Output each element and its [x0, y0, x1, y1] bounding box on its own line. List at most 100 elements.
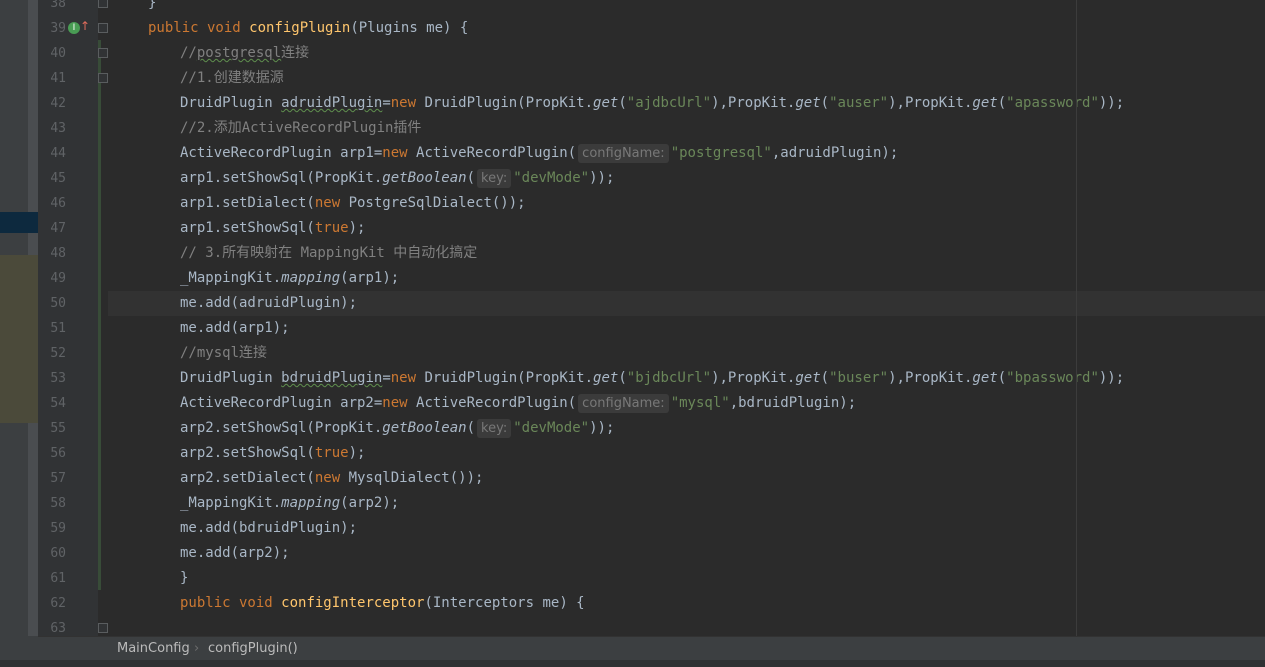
line-number: 54 — [50, 396, 66, 411]
code-line[interactable]: 45 arp1.setShowSql(PropKit.getBoolean(key… — [50, 166, 1265, 191]
code-line[interactable]: 55 arp2.setShowSql(PropKit.getBoolean(key… — [50, 416, 1265, 441]
code-line[interactable]: 43 //2.添加ActiveRecordPlugin插件 — [50, 116, 1265, 141]
code-token: ( — [466, 420, 476, 436]
line-number: 57 — [50, 471, 66, 486]
override-arrow-icon[interactable]: ↑ — [80, 19, 90, 33]
code-line[interactable]: 41 //1.创建数据源 — [50, 66, 1265, 91]
line-number: 48 — [50, 246, 66, 261]
code-line[interactable]: 58 _MappingKit.mapping(arp2); — [50, 491, 1265, 516]
fold-marker-icon[interactable] — [98, 23, 108, 33]
code-line[interactable]: 49 _MappingKit.mapping(arp1); — [50, 266, 1265, 291]
code-token: bdruidPlugin — [281, 370, 383, 386]
code-token: DruidPlugin — [180, 95, 282, 111]
line-number: 46 — [50, 196, 66, 211]
implements-method-icon[interactable]: I — [68, 22, 80, 34]
line-number: 56 — [50, 446, 66, 461]
code-token: "apassword" — [1006, 95, 1099, 111]
code-token: arp2.setShowSql(PropKit. — [180, 420, 383, 436]
code-token: ); — [348, 445, 366, 461]
line-number: 42 — [50, 96, 66, 111]
line-number: 59 — [50, 521, 66, 536]
code-line[interactable]: 40 //postgresql连接 — [50, 41, 1265, 66]
breadcrumb-class[interactable]: MainConfig — [117, 637, 190, 661]
code-token: )); — [589, 170, 615, 186]
code-token: )); — [1098, 95, 1125, 111]
fold-marker-icon[interactable] — [98, 73, 108, 83]
code-line[interactable]: 46 arp1.setDialect(new PostgreSqlDialect(… — [50, 191, 1265, 216]
code-line[interactable]: 56 arp2.setShowSql(true); — [50, 441, 1265, 466]
code-line[interactable]: 39 I ↑ public void configPlugin(Plugins me)… — [50, 16, 1265, 41]
code-token: ( — [997, 370, 1007, 386]
code-token: ( — [820, 95, 830, 111]
code-token: arp2.setDialect( — [180, 470, 315, 486]
code-token: me.add(adruidPlugin); — [180, 295, 358, 311]
code-token: "bpassword" — [1006, 370, 1099, 386]
code-line[interactable]: 52 //mysql连接 — [50, 341, 1265, 366]
code-token: MysqlDialect()); — [348, 470, 484, 486]
code-line[interactable]: 44 ActiveRecordPlugin arp1=new ActiveReco… — [50, 141, 1265, 166]
code-token: "postgresql" — [670, 145, 772, 161]
code-text: //1.创建数据源 — [180, 66, 284, 91]
code-token: me.add(arp1); — [180, 320, 290, 336]
code-token: //mysql连接 — [180, 345, 268, 361]
code-line[interactable]: 54 ActiveRecordPlugin arp2=new ActiveReco… — [50, 391, 1265, 416]
code-line[interactable]: 53 DruidPlugin bdruidPlugin=new DruidPlug… — [50, 366, 1265, 391]
code-token: new — [382, 145, 417, 161]
code-token: _MappingKit. — [180, 270, 282, 286]
code-token: // — [180, 45, 197, 61]
line-number: 50 — [50, 296, 66, 311]
code-line[interactable]: 47 arp1.setShowSql(true); — [50, 216, 1265, 241]
code-token: DruidPlugin(PropKit. — [424, 95, 594, 111]
code-text: me.add(arp2); — [180, 541, 290, 566]
fold-marker-icon[interactable] — [98, 48, 108, 58]
code-token: arp2.setShowSql( — [180, 445, 315, 461]
code-text: public void configPlugin(Plugins me) { — [148, 16, 468, 41]
code-token: ),PropKit. — [888, 95, 973, 111]
code-token: ,bdruidPlugin); — [729, 395, 857, 411]
right-margin-guide — [1076, 0, 1077, 636]
code-line[interactable]: 60 me.add(arp2); — [50, 541, 1265, 566]
code-token: me.add(bdruidPlugin); — [180, 520, 358, 536]
code-token: "ajdbcUrl" — [626, 95, 712, 111]
code-editor[interactable]: 38} 39 I ↑ public void configPlugin(Plugins … — [50, 0, 1265, 636]
code-text: } — [148, 0, 156, 16]
code-token: get — [593, 370, 619, 386]
code-line[interactable]: 48 // 3.所有映射在 MappingKit 中自动化搞定 — [50, 241, 1265, 266]
code-line[interactable]: 57 arp2.setDialect(new MysqlDialect()); — [50, 466, 1265, 491]
code-token: public void — [180, 595, 282, 611]
code-token: get — [593, 95, 619, 111]
code-line[interactable]: 42 DruidPlugin adruidPlugin=new DruidPlug… — [50, 91, 1265, 116]
line-number: 41 — [50, 71, 66, 86]
code-token: postgresql — [196, 45, 282, 61]
code-text: } — [180, 566, 188, 591]
code-token: true — [314, 220, 349, 236]
line-number: 51 — [50, 321, 66, 336]
line-number: 45 — [50, 171, 66, 186]
code-token: = — [382, 370, 391, 386]
fold-marker-icon[interactable] — [98, 623, 108, 633]
code-token: //2.添加ActiveRecordPlugin插件 — [180, 120, 422, 136]
code-token: configPlugin — [249, 20, 351, 36]
code-line[interactable]: 62 public void configInterceptor(Intercep… — [50, 591, 1265, 616]
code-token: me.add(arp2); — [180, 545, 290, 561]
code-token: ( — [466, 170, 476, 186]
code-text: arp2.setDialect(new MysqlDialect()); — [180, 466, 483, 491]
code-line[interactable]: 59 me.add(bdruidPlugin); — [50, 516, 1265, 541]
code-line[interactable]: 61} — [50, 566, 1265, 591]
project-tree-selection[interactable] — [0, 212, 38, 233]
code-token: ( — [618, 95, 627, 111]
line-number: 47 — [50, 221, 66, 236]
code-token: (arp1); — [340, 270, 400, 286]
code-line[interactable]: 51 me.add(arp1); — [50, 316, 1265, 341]
code-text: me.add(bdruidPlugin); — [180, 516, 357, 541]
code-line[interactable]: 38} — [50, 0, 1265, 16]
breadcrumb: MainConfig › configPlugin() — [38, 636, 1265, 661]
status-bar — [0, 660, 1265, 667]
code-line[interactable]: 50 me.add(adruidPlugin); — [50, 291, 1265, 316]
breadcrumb-method[interactable]: configPlugin() — [208, 637, 298, 661]
code-token: } — [180, 570, 189, 586]
line-number: 53 — [50, 371, 66, 386]
line-number: 39 — [50, 21, 66, 36]
project-tree-highlight — [0, 255, 38, 423]
fold-marker-icon[interactable] — [98, 0, 108, 8]
